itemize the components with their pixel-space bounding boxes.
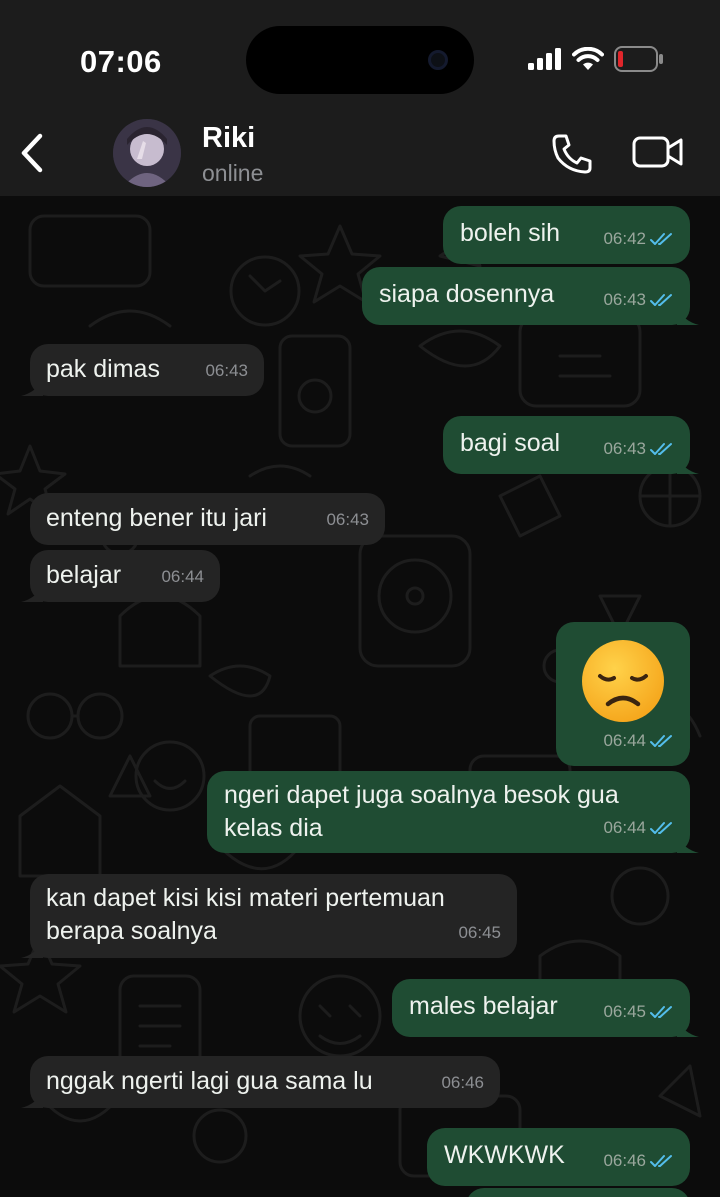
phone-icon [552,134,592,174]
message-text: bagi soal [460,429,561,457]
status-time: 07:06 [80,44,162,79]
bubble-tail [677,835,699,853]
avatar[interactable] [113,119,181,187]
wifi-icon [572,47,604,70]
double-check-read-icon [650,293,672,306]
message-bubble-outgoing[interactable]: ngeri dapet juga soalnya besok gua kelas… [207,771,699,853]
message-time: 06:43 [603,290,646,309]
message-meta: 06:46 [441,1066,484,1099]
double-check-read-icon [650,1154,672,1167]
chat-header: Riki online [0,110,720,196]
bubble-tail [677,307,699,325]
message-bubble-outgoing[interactable]: boleh sih 06:42 [443,206,690,264]
message-time: 06:44 [603,731,646,750]
message-bubble-incoming[interactable]: kan dapet kisi kisi materi pertemuan ber… [21,874,517,958]
double-check-read-icon [650,442,672,455]
chat-area[interactable]: boleh sih 06:42 siapa dosennya 06:43 pak… [0,196,720,1197]
message-meta: 06:44 [161,560,204,593]
signal-icon [528,48,561,70]
status-icons [528,46,664,72]
bubble-tail [21,940,43,958]
battery-low-icon [614,46,663,72]
message-time: 06:45 [458,923,501,942]
message-bubble-outgoing[interactable]: males belajar 06:45 [392,979,699,1037]
message-bubble-incoming[interactable]: nggak ngerti lagi gua sama lu 06:46 [21,1056,500,1108]
message-bubble-incoming[interactable]: pak dimas 06:43 [21,344,264,396]
message-meta: 06:44 [603,811,674,844]
message-text: WKWKWK [444,1141,565,1169]
message-time: 06:46 [441,1073,484,1092]
message-bubble-outgoing[interactable]: siapa dosennya 06:43 [362,267,699,325]
message-text: siapa dosennya [379,280,555,308]
message-meta: 06:45 [603,995,674,1028]
message-time: 06:44 [603,818,646,837]
message-meta: 06:45 [458,916,501,949]
double-check-read-icon [650,232,672,245]
disappointed-face-emoji [582,640,664,722]
video-call-button[interactable] [632,132,684,172]
message-text: enteng bener itu jari [46,504,267,532]
bubble-tail [21,378,43,396]
bubble-tail [677,1019,699,1037]
message-bubble-incoming[interactable]: belajar 06:44 [21,550,220,602]
bubble-tail [21,1090,43,1108]
message-text: nggak ngerti lagi gua sama lu [46,1067,373,1095]
contact-name[interactable]: Riki [202,122,255,155]
chevron-left-icon [21,133,43,173]
video-camera-icon [632,136,683,168]
bubble-tail [677,456,699,474]
message-text: pak dimas [46,355,160,383]
message-text: belajar [46,561,122,589]
contact-status: online [202,160,264,186]
message-time: 06:46 [603,1151,646,1170]
message-bubble-outgoing-emoji[interactable]: 06:44 [556,622,690,766]
message-meta: 06:43 [326,503,369,536]
bubble-tail [21,584,43,602]
front-camera-icon [428,50,448,70]
double-check-read-icon [650,821,672,834]
message-meta: 06:43 [603,283,674,316]
message-bubble-outgoing[interactable]: WKWKWK 06:46 [427,1128,690,1186]
message-time: 06:43 [603,439,646,458]
double-check-read-icon [650,734,672,747]
back-button[interactable] [16,132,48,174]
message-text: kan dapet kisi kisi materi pertemuan ber… [46,884,445,945]
message-meta: 06:43 [205,354,248,387]
message-time: 06:45 [603,1002,646,1021]
message-time: 06:43 [205,361,248,380]
message-meta: 06:43 [603,432,674,465]
message-bubble-outgoing[interactable]: bagi soal 06:43 [443,416,699,474]
message-time: 06:44 [161,567,204,586]
message-meta: 06:46 [603,1144,674,1177]
dynamic-island [246,26,474,94]
voice-call-button[interactable] [550,132,594,176]
message-bubble-incoming[interactable]: enteng bener itu jari 06:43 [30,493,385,545]
message-text: males belajar [409,992,558,1020]
message-time: 06:43 [326,510,369,529]
message-meta: 06:42 [603,222,674,255]
double-check-read-icon [650,1005,672,1018]
message-text: boleh sih [460,219,561,247]
status-bar: 07:06 [0,0,720,110]
message-time: 06:42 [603,229,646,248]
message-bubble-outgoing-partial[interactable] [466,1188,690,1197]
avatar-photo [113,119,181,187]
message-meta: 06:44 [603,724,674,757]
